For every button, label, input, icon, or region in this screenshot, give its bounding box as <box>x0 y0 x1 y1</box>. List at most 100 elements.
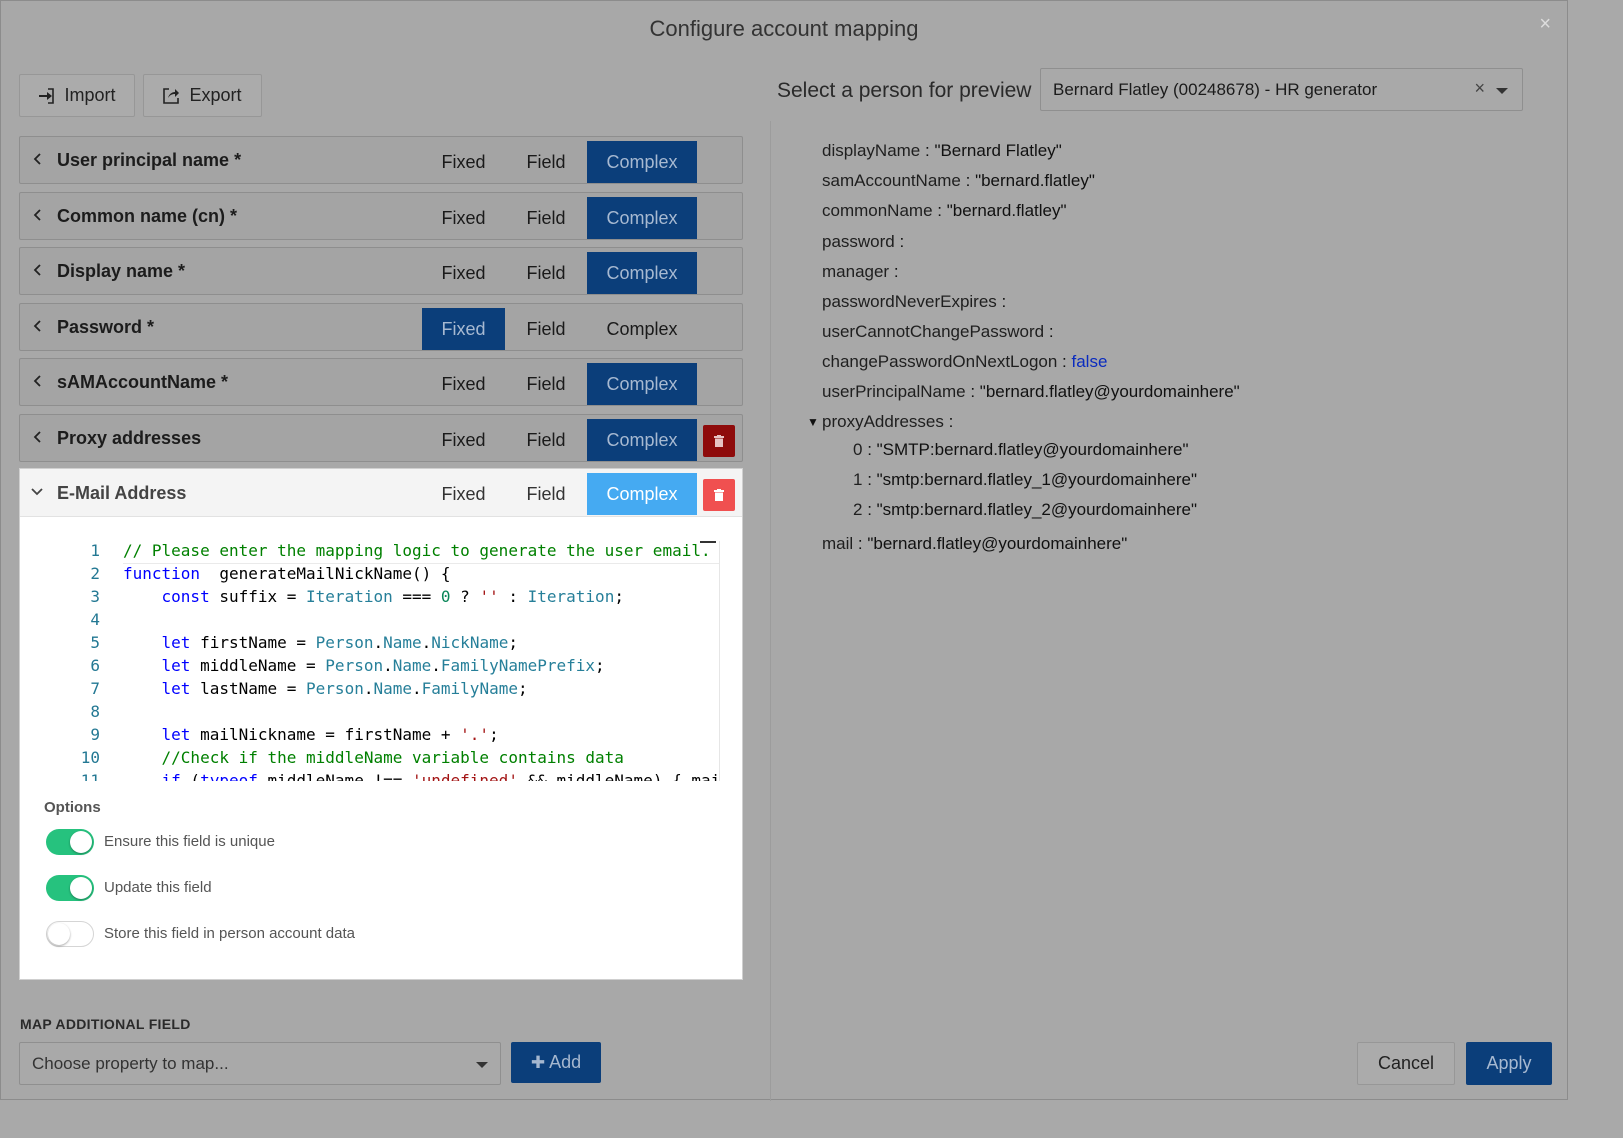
preview-field: samAccountName : "bernard.flatley" <box>822 171 1095 191</box>
mapping-row[interactable]: sAMAccountName * Fixed Field Complex <box>19 358 743 406</box>
field-key: proxyAddresses <box>822 412 944 431</box>
add-button[interactable]: ✚ Add <box>511 1042 601 1083</box>
export-button[interactable]: Export <box>143 74 262 117</box>
code-line: let mailNickname = firstName + '.'; <box>123 725 499 744</box>
field-value: "smtp:bernard.flatley_1@yourdomainhere" <box>876 470 1198 489</box>
property-select[interactable]: Choose property to map... <box>19 1042 501 1085</box>
segment-field[interactable]: Field <box>505 308 587 350</box>
segment-field[interactable]: Field <box>505 252 587 294</box>
chevron-down-icon[interactable] <box>30 485 44 499</box>
chevron-left-icon[interactable] <box>30 262 46 278</box>
segment-field[interactable]: Field <box>505 363 587 405</box>
code-line: function generateMailNickName() { <box>123 564 451 583</box>
code-editor[interactable]: 1 2 3 4 5 6 7 8 9 10 11 // Please enter the mapping… <box>60 541 720 781</box>
preview-person-select[interactable]: Bernard Flatley (00248678) - HR generato… <box>1040 68 1523 111</box>
segment-complex[interactable]: Complex <box>587 141 697 183</box>
apply-button[interactable]: Apply <box>1466 1042 1552 1085</box>
code-token: let <box>161 656 191 675</box>
field-separator: : <box>889 262 899 281</box>
chevron-left-icon[interactable] <box>30 151 46 167</box>
code-token: ; <box>508 633 518 652</box>
chevron-left-icon[interactable] <box>30 207 46 223</box>
code-token: : <box>498 587 528 606</box>
segment-fixed[interactable]: Fixed <box>422 252 505 294</box>
segment-complex[interactable]: Complex <box>587 363 697 405</box>
segment-fixed[interactable]: Fixed <box>422 141 505 183</box>
option-toggle[interactable] <box>46 875 94 901</box>
field-key: samAccountName <box>822 171 961 190</box>
option-toggle[interactable] <box>46 829 94 855</box>
segment-complex[interactable]: Complex <box>587 252 697 294</box>
code-token: && middleName) { mailN <box>517 771 720 781</box>
preview-field: userCannotChangePassword : <box>822 322 1054 342</box>
chevron-left-icon[interactable] <box>30 429 46 445</box>
field-separator: : <box>943 412 954 431</box>
field-separator: : <box>853 534 868 553</box>
code-token: // Please enter the mapping logic to gen… <box>123 541 711 560</box>
segment-complex[interactable]: Complex <box>587 419 697 461</box>
preview-person-value: Bernard Flatley (00248678) - HR generato… <box>1053 80 1378 99</box>
mapping-row[interactable]: User principal name * Fixed Field Complex <box>19 136 743 184</box>
field-separator: : <box>862 470 877 489</box>
segment-field[interactable]: Field <box>505 197 587 239</box>
segment-fixed[interactable]: Fixed <box>422 473 505 515</box>
line-number: 11 <box>80 771 100 781</box>
preview-field: passwordNeverExpires : <box>822 292 1006 312</box>
chevron-left-icon[interactable] <box>30 373 46 389</box>
line-number: 9 <box>90 725 100 744</box>
email-address-row-header[interactable]: E-Mail Address Fixed Field Complex <box>20 469 742 517</box>
field-separator: : <box>996 292 1007 311</box>
line-number: 5 <box>90 633 100 652</box>
segment-fixed[interactable]: Fixed <box>422 363 505 405</box>
code-token: firstName = <box>190 633 316 652</box>
segment-field[interactable]: Field <box>505 419 587 461</box>
import-button[interactable]: Import <box>19 74 135 117</box>
segment-field[interactable]: Field <box>505 473 587 515</box>
mapping-row[interactable]: Common name (cn) * Fixed Field Complex <box>19 192 743 240</box>
segment-fixed[interactable]: Fixed <box>422 197 505 239</box>
field-separator: : <box>1057 352 1072 371</box>
code-token: middleName = <box>190 656 326 675</box>
clear-icon[interactable]: × <box>1474 78 1485 99</box>
segment-fixed[interactable]: Fixed <box>422 308 505 350</box>
field-value: "bernard.flatley" <box>975 171 1095 190</box>
field-value: "smtp:bernard.flatley_2@yourdomainhere" <box>876 500 1198 519</box>
preview-field[interactable]: ▼ proxyAddresses : <box>807 412 954 432</box>
line-number: 3 <box>90 587 100 606</box>
chevron-left-icon[interactable] <box>30 318 46 334</box>
field-separator: : <box>1044 322 1054 341</box>
mapping-label: User principal name * <box>57 150 242 170</box>
segment-complex[interactable]: Complex <box>587 308 697 350</box>
share-icon <box>163 87 180 104</box>
mapping-row[interactable]: Password * Fixed Field Complex <box>19 303 743 351</box>
preview-array-item: 1 : "smtp:bernard.flatley_1@yourdomainhe… <box>853 470 1197 490</box>
mapping-row[interactable]: Proxy addresses Fixed Field Complex <box>19 414 743 462</box>
code-token: let <box>161 725 191 744</box>
field-value: "bernard.flatley" <box>946 201 1067 220</box>
close-icon[interactable]: × <box>1539 13 1551 36</box>
field-key: manager <box>822 262 890 281</box>
delete-button[interactable] <box>703 479 735 511</box>
delete-button[interactable] <box>703 425 735 457</box>
dialog-title: Configure account mapping <box>649 16 919 41</box>
preview-field: displayName : "Bernard Flatley" <box>822 141 1062 161</box>
field-separator: : <box>862 500 877 519</box>
code-token: let <box>161 679 191 698</box>
caret-down-icon[interactable] <box>1496 88 1508 94</box>
segment-complex[interactable]: Complex <box>587 197 697 239</box>
code-token: if <box>161 771 181 781</box>
field-key: userCannotChangePassword <box>822 322 1045 341</box>
segment-fixed[interactable]: Fixed <box>422 419 505 461</box>
code-token: suffix = <box>209 587 307 606</box>
field-key: mail <box>822 534 854 553</box>
code-line: const suffix = Iteration === 0 ? '' : It… <box>123 587 624 606</box>
segment-complex[interactable]: Complex <box>587 473 697 515</box>
cancel-button[interactable]: Cancel <box>1357 1042 1455 1085</box>
option-toggle[interactable] <box>46 921 94 947</box>
segment-field[interactable]: Field <box>505 141 587 183</box>
field-separator: : <box>960 171 976 190</box>
mapping-row[interactable]: Display name * Fixed Field Complex <box>19 247 743 295</box>
expand-triangle-icon[interactable]: ▼ <box>807 415 819 429</box>
